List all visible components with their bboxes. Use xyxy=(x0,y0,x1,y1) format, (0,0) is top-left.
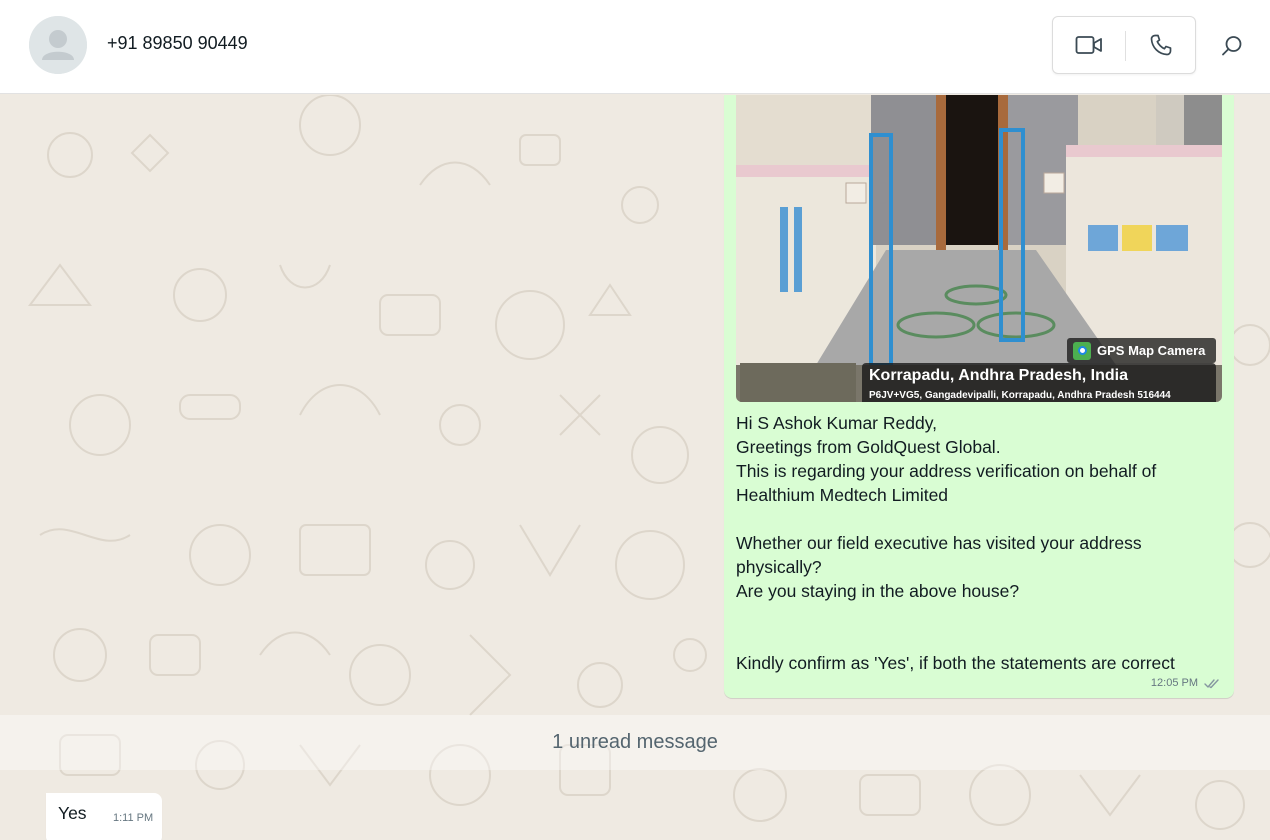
incoming-message-time: 1:11 PM xyxy=(113,812,154,824)
gps-camera-icon xyxy=(1073,341,1091,360)
chat-panel[interactable]: GPS Map Camera Korrapadu, Andhra Pradesh… xyxy=(0,95,1270,840)
message-line: Hi S Ashok Kumar Reddy, xyxy=(736,413,938,433)
voice-call-button[interactable] xyxy=(1125,17,1197,73)
message-photo[interactable]: GPS Map Camera Korrapadu, Andhra Pradesh… xyxy=(736,95,1222,402)
voice-call-icon xyxy=(1150,34,1172,56)
message-line: Kindly confirm as 'Yes', if both the sta… xyxy=(736,653,1175,673)
incoming-message-text: Yes xyxy=(58,803,87,823)
message-line: physically? xyxy=(736,557,822,577)
location-caption: Korrapadu, Andhra Pradesh, India P6JV+VG… xyxy=(862,363,1216,402)
message-line: Whether our field executive has visited … xyxy=(736,533,1142,553)
video-call-icon xyxy=(1075,36,1102,54)
contact-avatar[interactable] xyxy=(29,16,87,74)
unread-count-label: 1 unread message xyxy=(552,731,718,753)
message-line: Greetings from GoldQuest Global. xyxy=(736,437,1001,457)
message-line: Are you staying in the above house? xyxy=(736,581,1020,601)
message-meta: 12:05 PM xyxy=(1151,677,1220,689)
location-address: P6JV+VG5, Gangadevipalli, Korrapadu, And… xyxy=(869,390,1171,401)
message-line: Healthium Medtech Limited xyxy=(736,485,949,505)
incoming-message-bubble[interactable]: Yes 1:11 PM xyxy=(46,793,162,840)
unread-divider: 1 unread message xyxy=(0,715,1270,770)
avatar-placeholder-icon xyxy=(29,16,87,74)
call-button-group xyxy=(1052,16,1196,74)
gps-camera-tag: GPS Map Camera xyxy=(1067,338,1216,363)
map-thumbnail xyxy=(740,363,856,402)
double-check-icon xyxy=(1204,678,1219,688)
message-text: Hi S Ashok Kumar Reddy, Greetings from G… xyxy=(736,411,1216,675)
location-place: Korrapadu, Andhra Pradesh, India xyxy=(869,367,1129,384)
contact-name[interactable]: +91 89850 90449 xyxy=(107,33,248,54)
search-icon xyxy=(1222,36,1242,56)
search-button[interactable] xyxy=(1214,28,1250,64)
message-time: 12:05 PM xyxy=(1150,677,1198,689)
chat-header: +91 89850 90449 xyxy=(0,0,1270,94)
message-line xyxy=(736,627,1216,651)
gps-camera-label: GPS Map Camera xyxy=(1097,343,1206,358)
map-thumbnail-image xyxy=(740,363,856,402)
video-call-button[interactable] xyxy=(1053,17,1125,73)
outgoing-message-bubble[interactable]: GPS Map Camera Korrapadu, Andhra Pradesh… xyxy=(724,95,1234,698)
message-line xyxy=(736,507,1216,531)
message-line: This is regarding your address verificat… xyxy=(736,461,1157,481)
message-line xyxy=(736,603,1216,627)
